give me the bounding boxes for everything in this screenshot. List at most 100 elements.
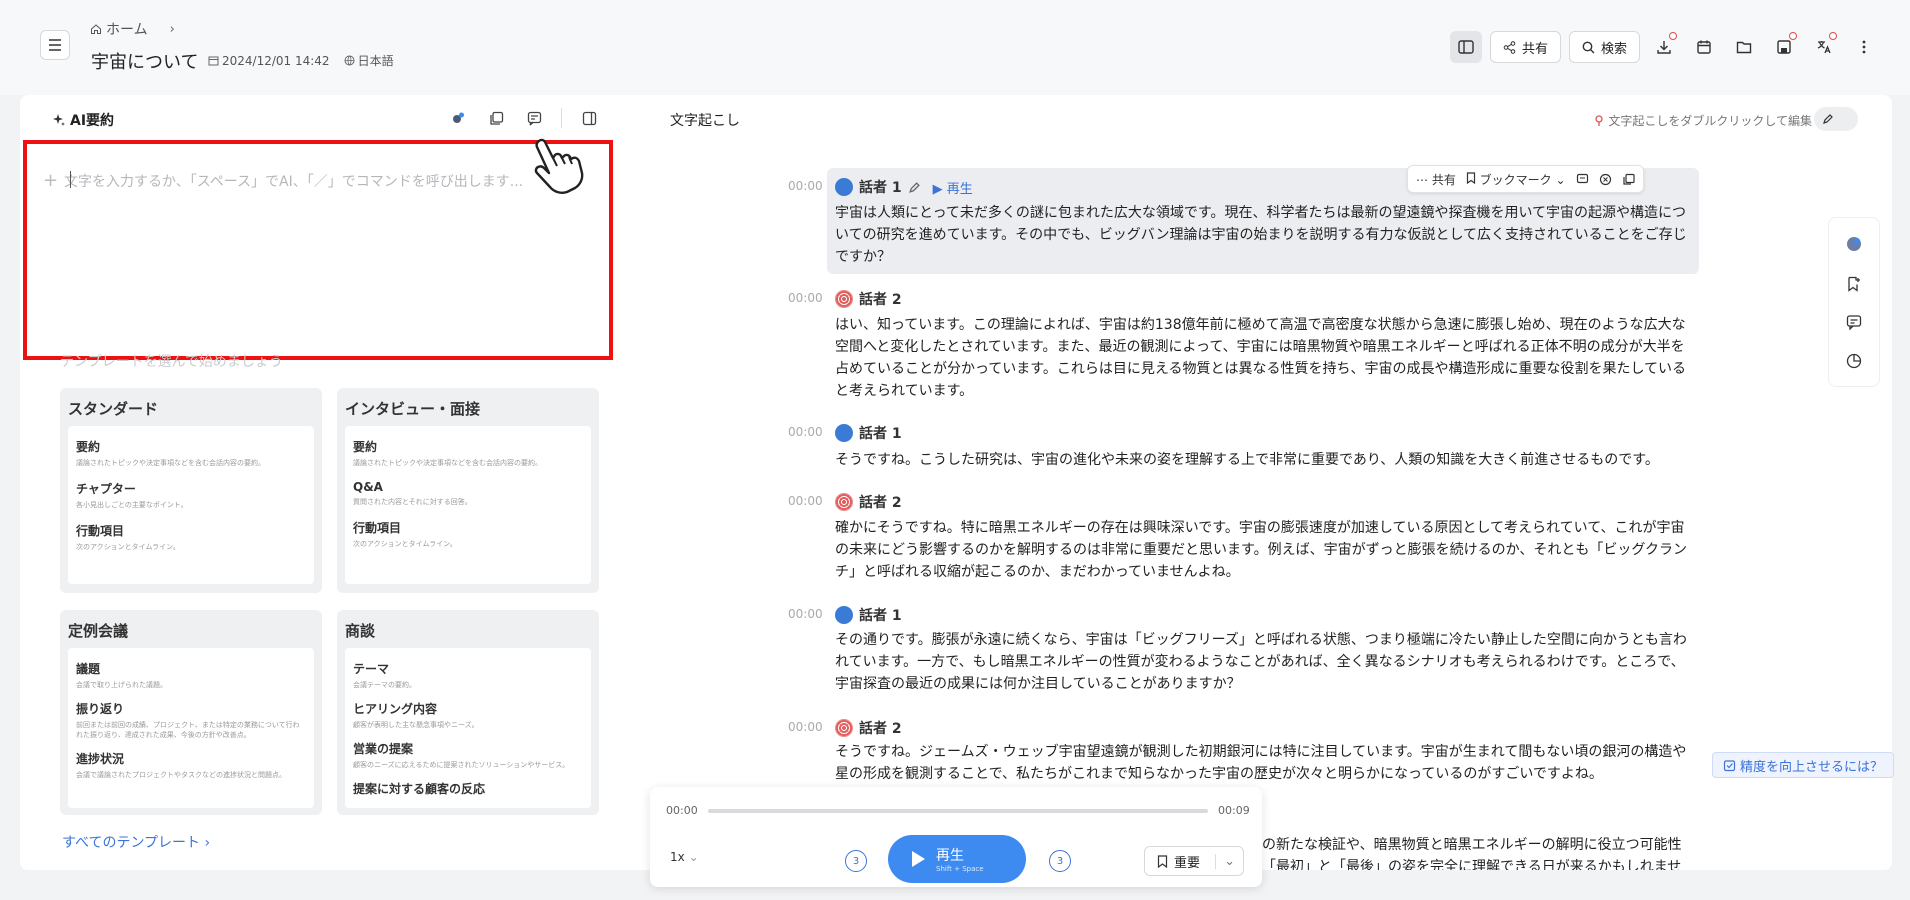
download-button[interactable] <box>1648 31 1680 63</box>
important-button[interactable]: 重要 ⌄ <box>1144 846 1244 876</box>
segment-text[interactable]: そうですね。ジェームズ・ウェッブ宇宙望遠鏡が観測した初期銀河には特に注目していま… <box>835 741 1691 785</box>
skip-back-seconds: 3 <box>852 855 860 867</box>
share-button[interactable]: 共有 <box>1489 31 1561 63</box>
download-icon <box>1657 41 1671 54</box>
edit-mode-toggle[interactable] <box>1814 107 1858 131</box>
template-card-title: スタンダード <box>68 400 159 418</box>
layout-toggle-button[interactable] <box>1449 31 1482 63</box>
search-button[interactable]: 検索 <box>1568 31 1640 63</box>
move-folder-button[interactable] <box>1728 31 1760 63</box>
pointer-hand-icon <box>534 138 584 194</box>
search-label: 検索 <box>1600 41 1627 57</box>
collapse-panel-button[interactable] <box>578 107 600 129</box>
speaker-name[interactable]: 話者 1 <box>859 423 902 443</box>
segment-time[interactable]: 00:00 <box>788 494 823 508</box>
translate-button[interactable] <box>1808 31 1840 63</box>
total-time: 00:09 <box>1218 804 1250 817</box>
segment-time[interactable]: 00:00 <box>788 291 823 305</box>
pencil-icon[interactable] <box>908 181 921 194</box>
ai-summary-tools <box>447 107 600 129</box>
template-item-desc: 次のアクションとタイムライン。 <box>76 543 180 551</box>
progress-track[interactable] <box>708 809 1208 813</box>
ai-assistant-button[interactable] <box>447 107 469 129</box>
playback-speed-select[interactable]: 1x ⌄ <box>670 850 699 864</box>
export-button[interactable] <box>1688 31 1720 63</box>
float-share-button[interactable]: ⋯ 共有 <box>1416 171 1456 188</box>
breadcrumb-home-link[interactable]: ホーム <box>106 19 148 39</box>
chevron-right-icon: › <box>169 21 175 37</box>
accuracy-help-button[interactable]: 精度を向上させるには？ <box>1712 752 1895 778</box>
template-item-title: 議題 <box>76 662 101 676</box>
close-circle-icon[interactable] <box>1599 173 1612 186</box>
skip-forward-button[interactable]: 3 <box>1049 850 1071 872</box>
ai-assistant-icon[interactable] <box>1845 235 1863 253</box>
edit-hint: 文字起こしをダブルクリックして編集 <box>1594 112 1812 129</box>
segment-text-partial[interactable]: 「最初」と「最後」の姿を完全に理解できる日が来るかもしれませ <box>1262 856 1702 870</box>
template-preview: 要約 議論されたトピックや決定事項などを含む会話内容の要約。 チャプター 各小見… <box>68 426 314 584</box>
template-item-desc: 質問された内容とそれに対する回答。 <box>353 498 472 506</box>
transcript-title: 文字起こし <box>670 113 740 129</box>
speaker-name[interactable]: 話者 2 <box>859 718 902 738</box>
template-card-sales[interactable]: 商談 テーマ 会議テーマの要約。 ヒアリング内容 顧客が表明した主な懸念事項やニ… <box>337 610 599 815</box>
speaker-avatar <box>835 719 853 737</box>
segment-text[interactable]: そうですね。こうした研究は、宇宙の進化や未来の姿を理解する上で非常に重要であり、… <box>835 449 1691 471</box>
translate-icon <box>1817 41 1831 54</box>
segment-time[interactable]: 00:00 <box>788 425 823 439</box>
skip-back-button[interactable]: 3 <box>845 850 867 872</box>
segment-text[interactable]: 宇宙は人類にとって未だ多くの謎に包まれた広大な領域です。現在、科学者たちは最新の… <box>835 202 1691 268</box>
template-card-standard[interactable]: スタンダード 要約 議論されたトピックや決定事項などを含む会話内容の要約。 チャ… <box>60 388 322 593</box>
speed-value: 1x <box>670 850 685 864</box>
template-preview: 要約 議論されたトピックや決定事項などを含む会話内容の要約。 Q&A 質問された… <box>345 426 591 584</box>
copy-icon[interactable] <box>1622 173 1635 186</box>
speaker-name[interactable]: 話者 1 <box>859 177 902 197</box>
chevron-down-icon[interactable]: ⌄ <box>1215 853 1243 869</box>
template-preview: テーマ 会議テーマの要約。 ヒアリング内容 顧客が表明した主な懸念事項やニーズ。… <box>345 648 591 808</box>
segment-time[interactable]: 00:00 <box>788 607 823 621</box>
float-bookmark-button[interactable]: ブックマーク ⌄ <box>1466 171 1566 188</box>
comment-summary-button[interactable] <box>523 107 545 129</box>
template-card-title: 商談 <box>345 622 376 640</box>
segment-speaker: 話者 2 <box>835 718 902 738</box>
template-item-title: テーマ <box>353 662 390 676</box>
floppy-icon <box>1777 40 1791 54</box>
more-options-button[interactable] <box>1848 31 1880 63</box>
segment-time[interactable]: 00:00 <box>788 720 823 734</box>
search-icon <box>1582 41 1595 53</box>
play-button[interactable]: 再生 Shift + Space <box>888 835 1026 883</box>
current-time: 00:00 <box>666 804 698 817</box>
comment-icon[interactable] <box>1576 173 1589 186</box>
float-bookmark-label: ブックマーク <box>1479 172 1552 187</box>
page-title[interactable]: 宇宙について <box>91 48 198 74</box>
audio-player: 00:00 00:09 1x ⌄ 3 再生 Shift + Space 3 重要… <box>650 787 1262 887</box>
note-edit-icon <box>527 111 541 125</box>
all-templates-label: すべてのテンプレート <box>62 835 201 851</box>
notification-dot <box>1789 32 1797 40</box>
template-card-title: 定例会議 <box>68 622 129 640</box>
segment-speaker: 話者 1 ▶ 再生 <box>835 177 973 197</box>
templates-title: テンプレートを選んで始めましょう <box>60 354 283 370</box>
menu-button[interactable] <box>40 30 70 60</box>
segment-speaker: 話者 2 <box>835 492 902 512</box>
language-label[interactable]: 日本語 <box>358 52 394 69</box>
add-block-icon[interactable]: + <box>43 170 58 191</box>
pie-chart-icon[interactable] <box>1846 353 1862 369</box>
segment-text[interactable]: その通りです。膨張が永遠に続くなら、宇宙は「ビッグフリーズ」と呼ばれる状態、つま… <box>835 629 1691 695</box>
copy-icon <box>489 111 503 125</box>
speaker-name[interactable]: 話者 2 <box>859 289 902 309</box>
template-card-interview[interactable]: インタビュー・面接 要約 議論されたトピックや決定事項などを含む会話内容の要約。… <box>337 388 599 593</box>
copy-summary-button[interactable] <box>485 107 507 129</box>
template-card-regular-meeting[interactable]: 定例会議 議題 会議で取り上げられた議題。 振り返り 前回または前回の成績、プロ… <box>60 610 322 815</box>
all-templates-link[interactable]: すべてのテンプレート › <box>62 832 210 852</box>
right-side-rail <box>1828 217 1880 387</box>
segment-text-partial[interactable]: の新たな検証や、暗黒物質と暗黒エネルギーの解明に役立つ可能性 <box>1262 834 1702 856</box>
bookmark-add-icon[interactable] <box>1846 276 1862 292</box>
segment-text[interactable]: 確かにそうですね。特に暗黒エネルギーの存在は興味深いです。宇宙の膨張速度が加速し… <box>835 517 1691 583</box>
folder-icon <box>1736 41 1752 54</box>
save-button[interactable] <box>1768 31 1800 63</box>
speaker-name[interactable]: 話者 1 <box>859 605 902 625</box>
segment-time[interactable]: 00:00 <box>788 179 823 193</box>
comment-icon[interactable] <box>1846 314 1862 331</box>
segment-text[interactable]: はい、知っています。この理論によれば、宇宙は約138億年前に極めて高温で高密度な… <box>835 314 1691 402</box>
segment-play-link[interactable]: ▶ 再生 <box>933 178 973 197</box>
speaker-name[interactable]: 話者 2 <box>859 492 902 512</box>
